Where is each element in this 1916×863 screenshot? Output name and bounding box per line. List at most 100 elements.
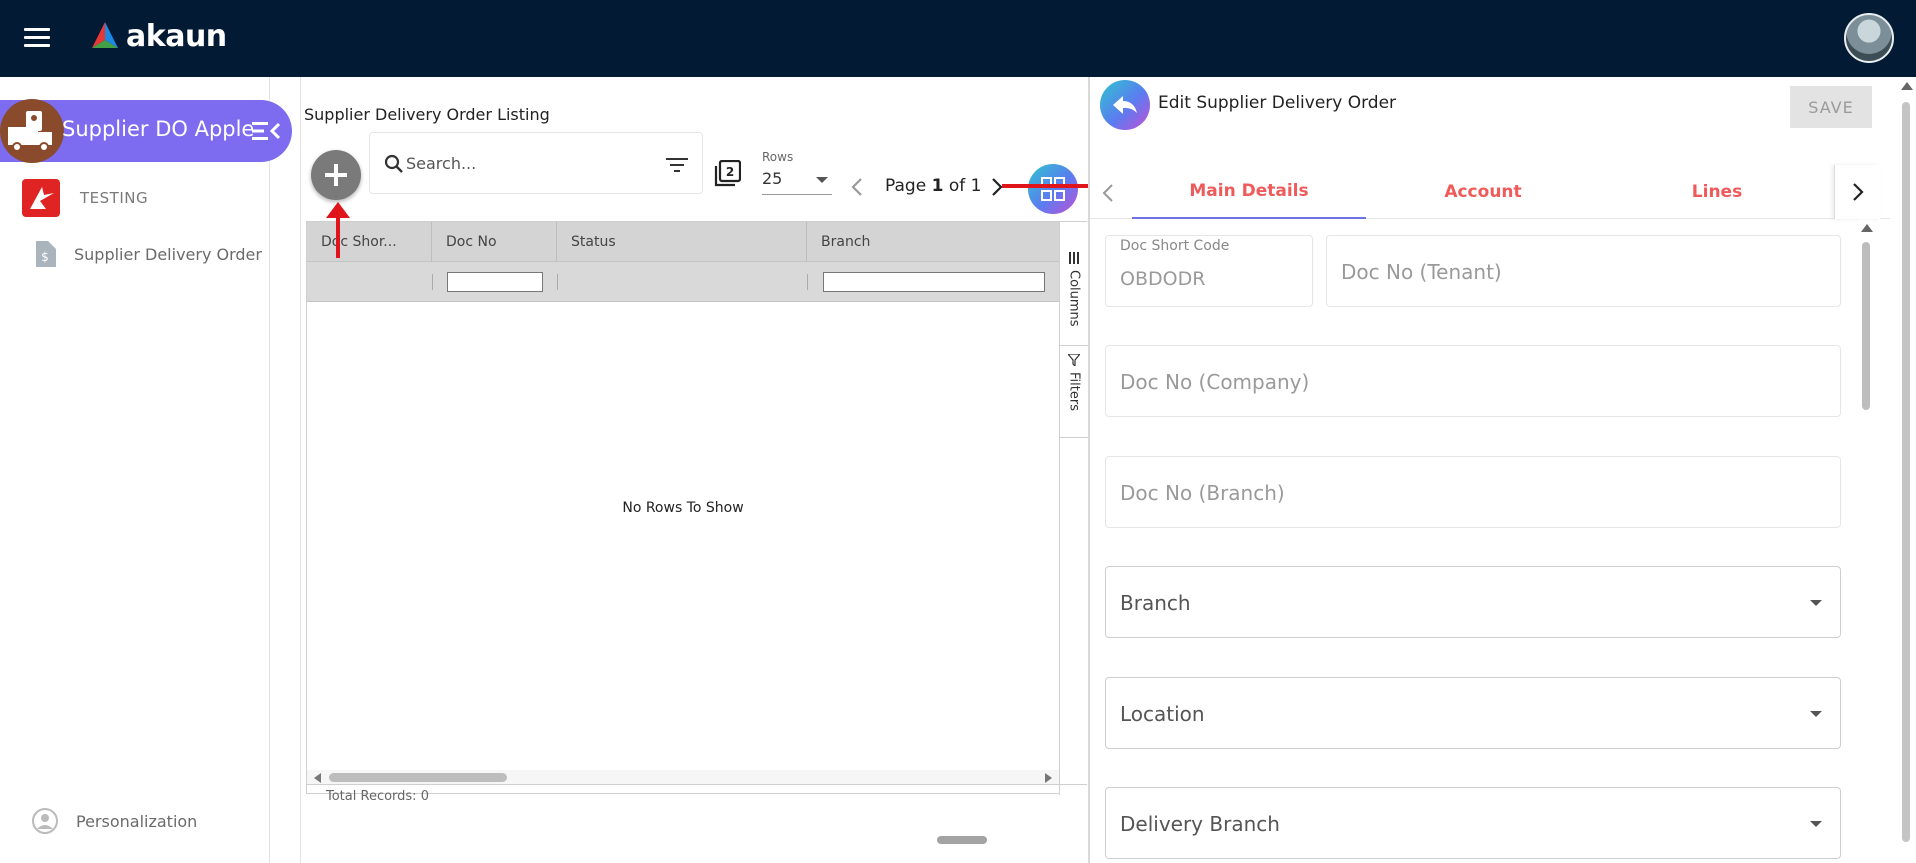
page-indicator: Page 1 of 1: [885, 176, 981, 196]
doc-no-tenant-placeholder: Doc No (Tenant): [1341, 260, 1502, 284]
app-root: akaun Supplier DO Apple TESTING $ Suppli…: [0, 0, 1916, 863]
scroll-up-icon[interactable]: [1901, 82, 1913, 90]
doc-no-company-field[interactable]: Doc No (Company): [1105, 345, 1841, 417]
grid-side-tabs: Columns Filters: [1059, 222, 1088, 795]
filters-tab-label: Filters: [1066, 372, 1082, 411]
total-records: Total Records: 0: [307, 784, 1087, 806]
doc-short-code-field[interactable]: Doc Short Code OBDODR: [1105, 235, 1313, 307]
branch-filter-input[interactable]: [823, 272, 1045, 292]
columns-tab[interactable]: Columns: [1060, 244, 1088, 346]
scroll-right-icon[interactable]: [1045, 773, 1052, 783]
tab-lines[interactable]: Lines: [1600, 165, 1834, 219]
branch-select[interactable]: Branch: [1105, 566, 1841, 638]
chevron-left-icon[interactable]: [1102, 183, 1114, 203]
column-divider: [557, 274, 558, 290]
svg-text:2: 2: [726, 165, 734, 179]
rows-value: 25: [762, 169, 783, 188]
sidebar-item-label: Supplier Delivery Order: [74, 244, 262, 264]
delivery-branch-placeholder: Delivery Branch: [1120, 812, 1280, 836]
grid-view-button[interactable]: [1028, 164, 1078, 214]
page-vertical-scrollbar[interactable]: [1898, 80, 1914, 863]
column-header-doc-no[interactable]: Doc No: [432, 222, 557, 262]
reply-back-icon: [1113, 96, 1137, 114]
rows-label: Rows: [762, 150, 794, 164]
data-grid: Doc Shor... Doc No Status Branch No Rows…: [306, 221, 1088, 804]
no-rows-message: No Rows To Show: [622, 500, 744, 516]
filters-tab[interactable]: Filters: [1060, 346, 1088, 438]
listing-title: Supplier Delivery Order Listing: [304, 105, 550, 124]
doc-short-code-label: Doc Short Code: [1120, 238, 1230, 254]
chevron-right-icon: [1852, 183, 1864, 201]
truck-app-icon: [0, 99, 64, 163]
column-divider: [432, 274, 433, 290]
sidebar-item-supplier-delivery-order[interactable]: $ Supplier Delivery Order: [34, 241, 262, 267]
tab-main-details[interactable]: Main Details: [1132, 165, 1366, 219]
sidebar-item-testing[interactable]: TESTING: [22, 179, 148, 217]
search-icon: [384, 154, 403, 173]
doc-no-branch-field[interactable]: Doc No (Branch): [1105, 456, 1841, 528]
library-copy-icon[interactable]: 2: [713, 160, 741, 188]
scrollbar-thumb[interactable]: [1862, 242, 1870, 410]
top-bar: akaun: [0, 0, 1916, 77]
form-vertical-scrollbar[interactable]: [1858, 220, 1874, 863]
tab-next-button[interactable]: [1834, 165, 1880, 219]
back-button[interactable]: [1100, 80, 1150, 130]
delivery-branch-select[interactable]: Delivery Branch: [1105, 787, 1841, 859]
caret-down-icon: [1810, 821, 1822, 827]
company-logo-icon: [22, 179, 60, 217]
akaun-logo-icon: [92, 22, 118, 48]
scroll-left-icon[interactable]: [314, 773, 321, 783]
sidebar-item-label: Personalization: [76, 811, 198, 831]
page-total: 1: [970, 176, 982, 196]
rows-per-page-select[interactable]: 25: [762, 169, 832, 195]
brand-name: akaun: [126, 18, 227, 54]
scrollbar-thumb[interactable]: [329, 773, 507, 782]
page-current: 1: [931, 176, 944, 196]
doc-no-branch-placeholder: Doc No (Branch): [1120, 481, 1285, 505]
main-details-form: Doc Short Code OBDODR Doc No (Tenant) Do…: [1090, 220, 1890, 863]
sidebar-item-personalization[interactable]: Personalization: [32, 808, 197, 834]
scrollbar-thumb[interactable]: [1902, 102, 1910, 842]
filter-list-icon[interactable]: [666, 157, 688, 173]
menu-icon[interactable]: [24, 28, 50, 48]
user-avatar[interactable]: [1844, 13, 1894, 63]
column-header-doc-short-code[interactable]: Doc Shor...: [307, 222, 432, 262]
scroll-up-icon[interactable]: [1861, 224, 1873, 232]
funnel-icon: [1068, 354, 1080, 366]
drag-handle[interactable]: [937, 836, 987, 844]
page-of: of: [948, 176, 966, 196]
horizontal-scrollbar[interactable]: [307, 770, 1059, 784]
column-header-status[interactable]: Status: [557, 222, 807, 262]
caret-down-icon: [1810, 600, 1822, 606]
columns-icon: [1069, 252, 1079, 264]
column-header-branch[interactable]: Branch: [807, 222, 1059, 262]
invoice-file-icon: $: [36, 241, 56, 267]
grid-filter-row: [307, 262, 1059, 302]
edit-title: Edit Supplier Delivery Order: [1158, 93, 1397, 113]
sidebar-item-label: TESTING: [80, 189, 149, 207]
columns-tab-label: Columns: [1066, 270, 1082, 327]
chevron-left-icon[interactable]: [851, 177, 863, 197]
search-input[interactable]: [406, 149, 646, 177]
location-placeholder: Location: [1120, 702, 1205, 726]
tab-account[interactable]: Account: [1366, 165, 1600, 219]
sidebar: Supplier DO Apple TESTING $ Supplier Del…: [0, 77, 292, 863]
app-title: Supplier DO Apple: [62, 117, 255, 141]
save-button[interactable]: SAVE: [1790, 86, 1872, 128]
add-button[interactable]: [311, 150, 361, 200]
listing-panel: Supplier Delivery Order Listing 2 Rows 2…: [300, 77, 1088, 863]
doc-no-filter-input[interactable]: [447, 272, 543, 292]
page-prefix: Page: [885, 176, 927, 196]
doc-no-tenant-field[interactable]: Doc No (Tenant): [1326, 235, 1841, 307]
akaun-logo[interactable]: akaun: [88, 18, 227, 54]
doc-short-code-value: OBDODR: [1120, 268, 1206, 290]
caret-down-icon: [1810, 711, 1822, 717]
branch-placeholder: Branch: [1120, 591, 1191, 615]
location-select[interactable]: Location: [1105, 677, 1841, 749]
tabs-bar: Main Details Account Lines: [1090, 165, 1890, 219]
column-divider: [807, 274, 808, 290]
grid-view-icon: [1041, 177, 1065, 201]
collapse-menu-icon[interactable]: [252, 119, 282, 143]
edit-panel: Edit Supplier Delivery Order SAVE Main D…: [1088, 77, 1916, 863]
svg-text:$: $: [41, 250, 49, 264]
